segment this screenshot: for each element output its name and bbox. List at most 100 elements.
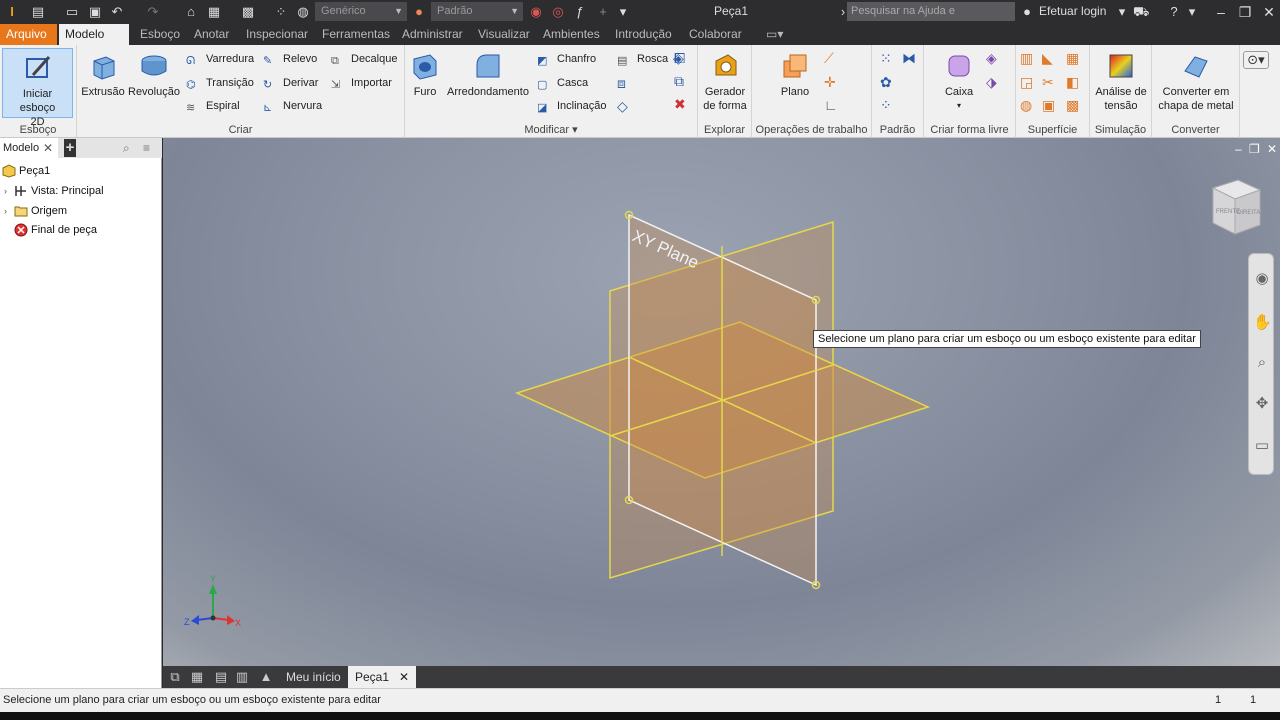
material-combo[interactable]: Genérico ▼ bbox=[315, 2, 407, 21]
help-icon[interactable]: ? bbox=[1166, 4, 1182, 20]
add-icon[interactable]: + bbox=[595, 4, 611, 20]
chevron-right-icon[interactable]: › bbox=[4, 202, 14, 220]
trim-icon[interactable]: ✂ bbox=[1042, 74, 1060, 92]
ucs-icon[interactable]: ∟ bbox=[824, 97, 842, 115]
extrude-button[interactable]: Extrusão bbox=[81, 51, 125, 99]
adjust-icon[interactable]: ◉ bbox=[528, 4, 544, 20]
minimize-button[interactable]: – bbox=[1209, 2, 1233, 22]
circular-pattern-icon[interactable]: ✿ bbox=[880, 74, 898, 92]
help-dropdown-icon[interactable]: ▾ bbox=[1184, 4, 1200, 20]
thicken-offset-icon[interactable]: ▥ bbox=[1020, 50, 1038, 68]
extend-icon[interactable]: ◧ bbox=[1066, 74, 1084, 92]
save-icon[interactable]: ▣ bbox=[87, 4, 103, 20]
work-point-icon[interactable]: ✛ bbox=[824, 74, 842, 92]
draft-button[interactable]: ◪ Inclinação bbox=[537, 96, 607, 116]
tab-visualizar[interactable]: Visualizar bbox=[472, 24, 536, 45]
freeform-box-button[interactable]: Caixa ▾ bbox=[936, 51, 982, 113]
convert-sheet-metal-button[interactable]: Converter em chapa de metal bbox=[1154, 51, 1238, 113]
panel-title-modificar[interactable]: Modificar ▾ bbox=[405, 123, 697, 136]
tab-ferramentas[interactable]: Ferramentas bbox=[316, 24, 396, 45]
rib-button[interactable]: ⊾ Nervura bbox=[263, 96, 322, 116]
select-priority-icon[interactable]: ▩ bbox=[240, 4, 256, 20]
panel-options-icon[interactable]: ⊙▾ bbox=[1243, 51, 1269, 69]
login-button[interactable]: Efetuar login bbox=[1039, 4, 1106, 18]
customize-icon[interactable]: ▾ bbox=[615, 4, 631, 20]
start-sketch-button[interactable]: Iniciar esboço 2D bbox=[2, 48, 73, 128]
update-icon[interactable]: ▦ bbox=[206, 4, 222, 20]
stitch-icon[interactable]: ◣ bbox=[1042, 50, 1060, 68]
tab-modelo-3d[interactable]: Modelo 3D bbox=[59, 24, 129, 62]
zoom-icon[interactable]: ⌕ bbox=[1253, 354, 1271, 372]
orbit-icon[interactable]: ✥ bbox=[1253, 395, 1271, 413]
revolve-button[interactable]: Revolução bbox=[127, 51, 181, 99]
open-folder-icon[interactable]: ▭ bbox=[64, 4, 80, 20]
tree-item-view[interactable]: › Vista: Principal bbox=[4, 182, 104, 200]
sketch-pattern-icon[interactable]: ⁘ bbox=[880, 97, 898, 115]
camera-icon[interactable]: ▭▾ bbox=[760, 24, 789, 45]
thicken-icon[interactable]: ◇ bbox=[617, 98, 635, 116]
tree-item-end-of-part[interactable]: Final de peça bbox=[4, 221, 97, 239]
undo-icon[interactable]: ↶ bbox=[109, 4, 125, 20]
close-window-button[interactable]: ✕ bbox=[1257, 2, 1280, 22]
copy-object-icon[interactable]: ⧠ bbox=[674, 50, 692, 68]
tab-colaborar[interactable]: Colaborar bbox=[683, 24, 748, 45]
chamfer-button[interactable]: ◩ Chanfro bbox=[537, 49, 596, 69]
split-icon[interactable]: ⧈ bbox=[617, 75, 635, 93]
tab-administrar[interactable]: Administrar bbox=[396, 24, 469, 45]
mirror-icon[interactable]: ⧓ bbox=[902, 50, 920, 68]
thread-button[interactable]: ▤ Rosca bbox=[617, 49, 668, 69]
work-plane-button[interactable]: Plano bbox=[776, 51, 814, 99]
browser-tab-modelo[interactable]: Modelo ✕ bbox=[0, 138, 58, 158]
pan-icon[interactable]: ✋ bbox=[1253, 314, 1272, 332]
replace-face-icon[interactable]: ◍ bbox=[1020, 97, 1038, 115]
tab-inspecionar[interactable]: Inspecionar bbox=[240, 24, 314, 45]
restore-button[interactable]: ❐ bbox=[1233, 2, 1257, 22]
login-dropdown-icon[interactable]: ▾ bbox=[1114, 4, 1130, 20]
ruled-surface-icon[interactable]: ◲ bbox=[1020, 74, 1038, 92]
tab-part1[interactable]: Peça1 ✕ bbox=[348, 666, 417, 688]
move-face-icon[interactable]: ⧉ bbox=[674, 73, 692, 91]
rectangular-pattern-icon[interactable]: ⁙ bbox=[880, 50, 898, 68]
cascade-windows-icon[interactable]: ⧉ bbox=[167, 669, 183, 685]
chevron-right-icon[interactable]: › bbox=[4, 182, 14, 200]
tab-ambientes[interactable]: Ambientes bbox=[537, 24, 606, 45]
menu-icon[interactable]: ≡ bbox=[143, 141, 150, 155]
derive-button[interactable]: ↻ Derivar bbox=[263, 73, 318, 93]
close-icon[interactable]: ✕ bbox=[43, 138, 53, 158]
shell-button[interactable]: ▢ Casca bbox=[537, 73, 588, 93]
fit-mesh-face-icon[interactable]: ▩ bbox=[1066, 97, 1084, 115]
graphics-viewport[interactable]: – ❐ ✕ XY Plane FRENTE DIREITA Y X Z Sele… bbox=[163, 138, 1280, 666]
clear-icon[interactable]: ◎ bbox=[550, 4, 566, 20]
tree-item-origin[interactable]: › Origem bbox=[4, 202, 67, 220]
appearance-combo[interactable]: Padrão ▼ bbox=[431, 2, 523, 21]
document-list-icon[interactable]: ▲ bbox=[258, 669, 274, 685]
viewcube[interactable]: FRENTE DIREITA bbox=[1211, 179, 1262, 235]
search-input[interactable]: Pesquisar na Ajuda e comandos... bbox=[847, 2, 1015, 36]
close-icon[interactable]: ✕ bbox=[399, 670, 409, 684]
convert-freeform-icon[interactable]: ⬗ bbox=[986, 74, 1004, 92]
coil-button[interactable]: ≋ Espiral bbox=[186, 96, 240, 116]
search-icon[interactable]: ⌕ bbox=[123, 141, 130, 156]
emboss-button[interactable]: ✎ Relevo bbox=[263, 49, 317, 69]
work-axis-icon[interactable]: ⟋ bbox=[824, 50, 842, 68]
tile-horizontal-icon[interactable]: ▤ bbox=[213, 669, 229, 685]
home-icon[interactable]: ⌂ bbox=[183, 4, 199, 20]
tab-arquivo[interactable]: Arquivo bbox=[0, 24, 57, 45]
fx-icon[interactable]: ƒ bbox=[572, 4, 588, 20]
cart-icon[interactable]: ⛟ bbox=[1133, 4, 1149, 20]
hole-button[interactable]: Furo bbox=[409, 51, 441, 99]
globe-icon[interactable]: ◍ bbox=[295, 4, 311, 20]
add-browser-tab-icon[interactable]: + bbox=[64, 139, 76, 157]
tree-item-part[interactable]: Peça1 bbox=[2, 162, 50, 180]
stress-analysis-button[interactable]: Análise de tensão bbox=[1092, 51, 1150, 113]
new-file-icon[interactable]: ▤ bbox=[30, 4, 46, 20]
app-logo-icon[interactable]: I bbox=[4, 4, 20, 20]
tab-anotar[interactable]: Anotar bbox=[188, 24, 235, 45]
repair-bodies-icon[interactable]: ▣ bbox=[1042, 97, 1060, 115]
decal-button[interactable]: ⧉ Decalque bbox=[331, 49, 397, 69]
fillet-button[interactable]: Arredondamento bbox=[443, 51, 533, 99]
redo-icon[interactable]: ↷ bbox=[145, 4, 161, 20]
tab-introducao[interactable]: Introdução bbox=[609, 24, 678, 45]
tile-windows-icon[interactable]: ▦ bbox=[189, 669, 205, 685]
steering-wheel-icon[interactable]: ◉ bbox=[1253, 270, 1271, 288]
